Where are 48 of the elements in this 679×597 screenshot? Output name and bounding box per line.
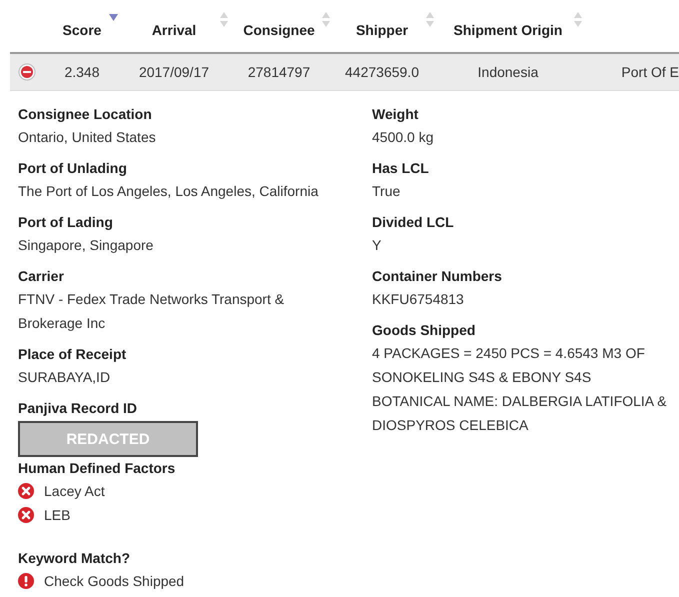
column-header[interactable]: Score	[62, 22, 102, 38]
alert-text: Check Goods Shipped	[44, 572, 184, 591]
table-cell: 27814797	[248, 64, 310, 80]
sort-icon[interactable]	[220, 12, 228, 27]
redacted-box: REDACTED	[18, 421, 198, 457]
field-value: True	[372, 182, 402, 201]
field-label: Keyword Match?	[18, 549, 132, 568]
field-label: Human Defined Factors	[18, 459, 176, 478]
collapse-icon[interactable]	[18, 63, 36, 81]
field-label: Panjiva Record ID	[18, 399, 138, 418]
sort-descending-icon[interactable]	[109, 14, 118, 21]
field-label: Container Numbers	[372, 267, 503, 286]
factor-text: Lacey Act	[44, 482, 105, 501]
field-label: Goods Shipped	[372, 321, 476, 340]
table-cell: Indonesia	[478, 64, 538, 80]
table-cell: 44273659.0	[345, 64, 419, 80]
field-label: Consignee Location	[18, 105, 153, 124]
field-value: 4 PACKAGES = 2450 PCS = 4.6543 M3 OF SONOKELING S4S & EBONY S4S BOTANICAL NAME: DALBERGIA LATIFOLIA & DIOSPYROS CELEBICA	[372, 344, 668, 435]
sort-icon[interactable]	[426, 12, 434, 27]
field-value: 4500.0 kg	[372, 128, 434, 147]
table-cell: 2.348	[64, 64, 100, 80]
sort-icon[interactable]	[322, 12, 330, 27]
table-cell: Port Of E	[621, 64, 679, 80]
field-value: Ontario, United States	[18, 128, 157, 147]
field-value: KKFU6754813	[372, 290, 465, 309]
alert-icon	[18, 573, 34, 589]
field-value: Y	[372, 236, 382, 255]
field-value: Singapore, Singapore	[18, 236, 154, 255]
field-label: Carrier	[18, 267, 65, 286]
field-label: Place of Receipt	[18, 345, 128, 364]
field-value: SURABAYA,ID	[18, 368, 112, 387]
field-value: FTNV - Fedex Trade Networks Transport & Brokerage Inc	[18, 290, 286, 333]
column-header[interactable]: Arrival	[152, 22, 196, 38]
field-value: The Port of Los Angeles, Los Angeles, California	[18, 182, 320, 201]
field-label: Has LCL	[372, 159, 430, 178]
error-icon	[18, 507, 34, 523]
column-header[interactable]: Shipper	[356, 22, 408, 38]
table-cell: 2017/09/17	[138, 64, 210, 80]
sort-icon[interactable]	[574, 12, 582, 27]
table-row[interactable]: 2.348 2017/09/17 27814797 44273659.0 Indonesia Port Of E	[10, 54, 679, 91]
column-header[interactable]: Shipment Origin	[454, 22, 562, 38]
error-icon	[18, 483, 34, 499]
field-label: Weight	[372, 105, 420, 124]
field-label: Port of Lading	[18, 213, 114, 232]
factor-text: LEB	[44, 506, 70, 525]
field-label: Divided LCL	[372, 213, 455, 232]
field-label: Port of Unlading	[18, 159, 128, 178]
column-header[interactable]: Consignee	[243, 22, 315, 38]
